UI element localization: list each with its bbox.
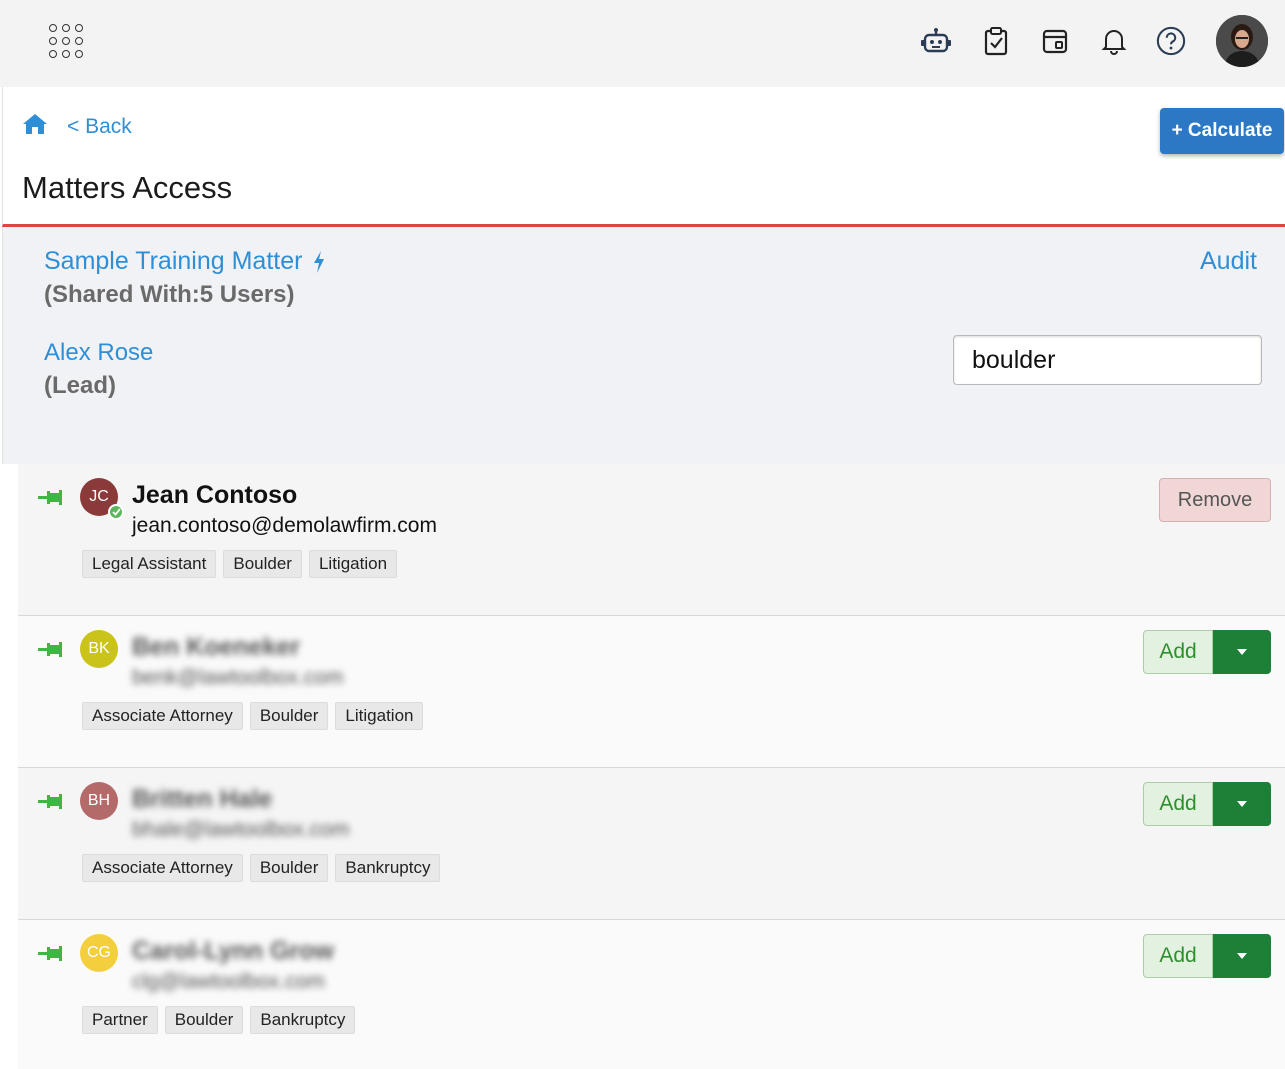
avatar: BK: [80, 630, 118, 668]
user-name: Britten Hale: [132, 785, 273, 813]
pin-icon[interactable]: [38, 792, 64, 815]
user-row: JC Jean Contoso jean.contoso@demolawfirm.c…: [18, 464, 1285, 616]
app-grid-icon[interactable]: [49, 24, 85, 60]
page-title: Matters Access: [22, 170, 233, 205]
matter-info: Sample Training Matter (Shared With:5 Us…: [2, 227, 1285, 464]
avatar-initials: JC: [89, 488, 109, 505]
user-tag: Boulder: [249, 854, 329, 882]
bell-icon[interactable]: [1099, 24, 1129, 58]
user-tag: Associate Attorney: [82, 854, 243, 882]
page-header: < Back Matters Access + Calculate: [2, 87, 1285, 227]
avatar-initials: CG: [87, 944, 111, 961]
verified-check-icon: [108, 504, 124, 520]
add-button[interactable]: Add: [1143, 934, 1213, 978]
audit-link[interactable]: Audit: [1200, 247, 1257, 276]
calendar-icon[interactable]: [1040, 24, 1070, 58]
user-tag: Bankruptcy: [335, 854, 441, 882]
back-link[interactable]: < Back: [67, 115, 132, 139]
user-tags: Legal Assistant Boulder Litigation: [82, 550, 398, 578]
user-row: CG Carol-Lynn Grow clg@lawtoolbox.com Partn…: [18, 920, 1285, 1069]
user-email: clg@lawtoolbox.com: [132, 970, 325, 993]
matter-name: Sample Training Matter: [44, 247, 303, 275]
lightning-icon: [314, 250, 325, 273]
user-email: benk@lawtoolbox.com: [132, 666, 344, 689]
user-tag: Boulder: [249, 702, 329, 730]
user-tag: Partner: [82, 1006, 158, 1034]
user-name: Ben Koeneker: [132, 633, 301, 661]
avatar: BH: [80, 782, 118, 820]
chevron-down-icon: [1237, 801, 1247, 807]
remove-button[interactable]: Remove: [1159, 478, 1271, 522]
add-button-group: Add: [1143, 782, 1271, 826]
user-tags: Associate Attorney Boulder Bankruptcy: [82, 854, 441, 882]
chevron-down-icon: [1237, 953, 1247, 959]
user-avatar[interactable]: [1216, 15, 1268, 67]
user-name: Carol-Lynn Grow: [132, 937, 334, 965]
user-tag: Litigation: [308, 550, 398, 578]
user-tag: Boulder: [164, 1006, 244, 1034]
add-button[interactable]: Add: [1143, 782, 1213, 826]
user-tags: Partner Boulder Bankruptcy: [82, 1006, 356, 1034]
robot-icon[interactable]: [921, 24, 951, 58]
pin-icon[interactable]: [38, 488, 64, 511]
pin-icon[interactable]: [38, 944, 64, 967]
matter-name-link[interactable]: Sample Training Matter: [44, 247, 326, 276]
pin-icon[interactable]: [38, 640, 64, 663]
chevron-down-icon: [1237, 649, 1247, 655]
add-dropdown-button[interactable]: [1213, 782, 1271, 826]
lead-label: (Lead): [44, 372, 116, 399]
avatar: CG: [80, 934, 118, 972]
user-tag: Boulder: [223, 550, 302, 578]
add-dropdown-button[interactable]: [1213, 934, 1271, 978]
add-button[interactable]: Add: [1143, 630, 1213, 674]
user-search-input[interactable]: [953, 335, 1262, 385]
lead-name-link[interactable]: Alex Rose: [44, 339, 153, 367]
avatar-initials: BK: [88, 640, 110, 657]
clipboard-check-icon[interactable]: [981, 24, 1011, 58]
user-row: BH Britten Hale bhale@lawtoolbox.com Associ…: [18, 768, 1285, 920]
home-icon[interactable]: [22, 113, 48, 140]
user-tags: Associate Attorney Boulder Litigation: [82, 702, 424, 730]
user-tag: Associate Attorney: [82, 702, 243, 730]
user-email: bhale@lawtoolbox.com: [132, 818, 350, 841]
add-button-group: Add: [1143, 630, 1271, 674]
user-name: Jean Contoso: [132, 481, 298, 509]
shared-with-count: (Shared With:5 Users): [44, 281, 295, 308]
add-dropdown-button[interactable]: [1213, 630, 1271, 674]
help-icon[interactable]: [1156, 24, 1186, 58]
user-tag: Litigation: [335, 702, 424, 730]
top-bar: [0, 0, 1285, 87]
user-tag: Legal Assistant: [82, 550, 217, 578]
user-tag: Bankruptcy: [250, 1006, 356, 1034]
avatar-initials: BH: [87, 792, 111, 809]
user-row: BK Ben Koeneker benk@lawtoolbox.com Associa…: [18, 616, 1285, 768]
add-button-group: Add: [1143, 934, 1271, 978]
calculate-button[interactable]: + Calculate: [1160, 108, 1284, 154]
avatar: JC: [80, 478, 124, 520]
user-email: jean.contoso@demolawfirm.com: [132, 514, 437, 537]
